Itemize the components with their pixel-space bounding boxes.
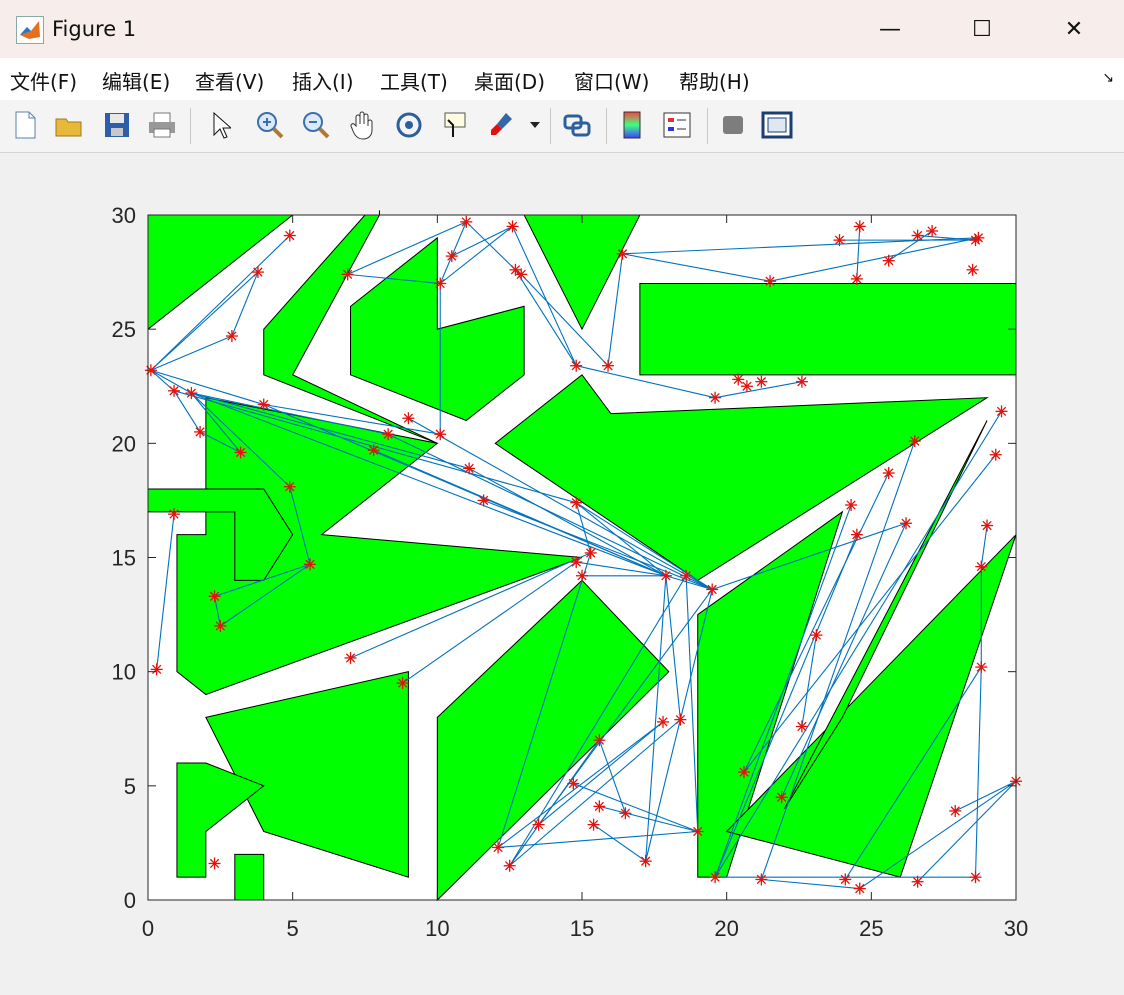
menu-help[interactable]: 帮助(H) xyxy=(679,66,750,95)
legend-icon[interactable] xyxy=(660,106,694,144)
sample-node-marker xyxy=(567,777,580,790)
toolbar-separator xyxy=(707,108,708,144)
y-tick-label: 25 xyxy=(112,317,136,342)
new-figure-icon[interactable] xyxy=(8,106,42,144)
save-icon[interactable] xyxy=(100,106,134,144)
brush-dropdown-icon[interactable] xyxy=(526,106,544,144)
obstacle-polygon xyxy=(639,283,1017,376)
brush-icon[interactable] xyxy=(484,106,518,144)
y-tick-label: 5 xyxy=(124,774,136,799)
x-tick-label: 10 xyxy=(425,916,449,941)
x-tick-label: 25 xyxy=(859,916,883,941)
sample-node-marker xyxy=(949,804,962,817)
plot-axes[interactable]: 0 5 10 15 20 25 30 0 5 10 15 20 25 30 xyxy=(0,153,1124,995)
select-pointer-icon[interactable] xyxy=(203,106,237,144)
y-tick-label: 0 xyxy=(124,888,136,913)
y-tick-label: 30 xyxy=(112,203,136,228)
sample-node-marker xyxy=(214,620,227,632)
sample-node-marker xyxy=(208,857,221,870)
show-plot-tools-icon[interactable] xyxy=(760,106,794,144)
menu-window[interactable]: 窗口(W) xyxy=(574,66,649,95)
zoom-out-icon[interactable] xyxy=(299,106,333,144)
menu-insert[interactable]: 插入(I) xyxy=(292,66,354,95)
y-tick-label: 10 xyxy=(112,660,136,685)
data-cursor-icon[interactable] xyxy=(437,106,471,144)
menu-desktop[interactable]: 桌面(D) xyxy=(474,66,545,95)
sample-node-marker xyxy=(639,855,652,868)
sample-node-marker xyxy=(833,234,846,247)
sample-node-marker xyxy=(839,873,852,886)
hide-plot-tools-icon[interactable] xyxy=(716,106,750,144)
toolbar-separator xyxy=(606,108,607,144)
sample-node-marker xyxy=(755,873,768,886)
window-title: Figure 1 xyxy=(52,17,137,41)
open-file-icon[interactable] xyxy=(52,106,86,144)
rotate-3d-icon[interactable] xyxy=(392,106,426,144)
minimize-button[interactable]: — xyxy=(860,8,920,50)
menu-edit[interactable]: 编辑(E) xyxy=(102,66,170,95)
print-icon[interactable] xyxy=(145,106,179,144)
x-tick-label: 30 xyxy=(1004,916,1028,941)
figure-canvas: 0 5 10 15 20 25 30 0 5 10 15 20 25 30 xyxy=(0,153,1124,995)
dock-arrow-icon[interactable]: ↘ xyxy=(1102,70,1114,86)
sample-node-marker xyxy=(691,825,704,838)
y-tick-label: 15 xyxy=(112,546,136,571)
matlab-logo-icon xyxy=(16,16,44,44)
link-plot-icon[interactable] xyxy=(560,106,594,144)
sample-node-marker xyxy=(926,224,939,237)
colorbar-icon[interactable] xyxy=(615,106,649,144)
zoom-in-icon[interactable] xyxy=(253,106,287,144)
x-tick-label: 0 xyxy=(142,916,154,941)
x-tick-label: 20 xyxy=(714,916,738,941)
toolbar-separator xyxy=(550,108,551,144)
x-tick-label: 15 xyxy=(570,916,594,941)
y-tick-label: 20 xyxy=(112,431,136,456)
sample-node-marker xyxy=(616,247,629,260)
maximize-button[interactable]: ☐ xyxy=(952,8,1012,50)
sample-node-marker xyxy=(900,517,913,530)
obstacle-polygon xyxy=(234,853,265,901)
sample-node-marker xyxy=(775,791,788,804)
menu-view[interactable]: 查看(V) xyxy=(195,66,264,95)
pan-hand-icon[interactable] xyxy=(346,106,380,144)
menu-file[interactable]: 文件(F) xyxy=(10,66,77,95)
x-tick-label: 5 xyxy=(287,916,299,941)
close-button[interactable]: ✕ xyxy=(1044,8,1104,50)
menu-tools[interactable]: 工具(T) xyxy=(380,66,448,95)
sample-node-marker xyxy=(144,364,157,377)
toolbar-separator xyxy=(190,108,191,144)
